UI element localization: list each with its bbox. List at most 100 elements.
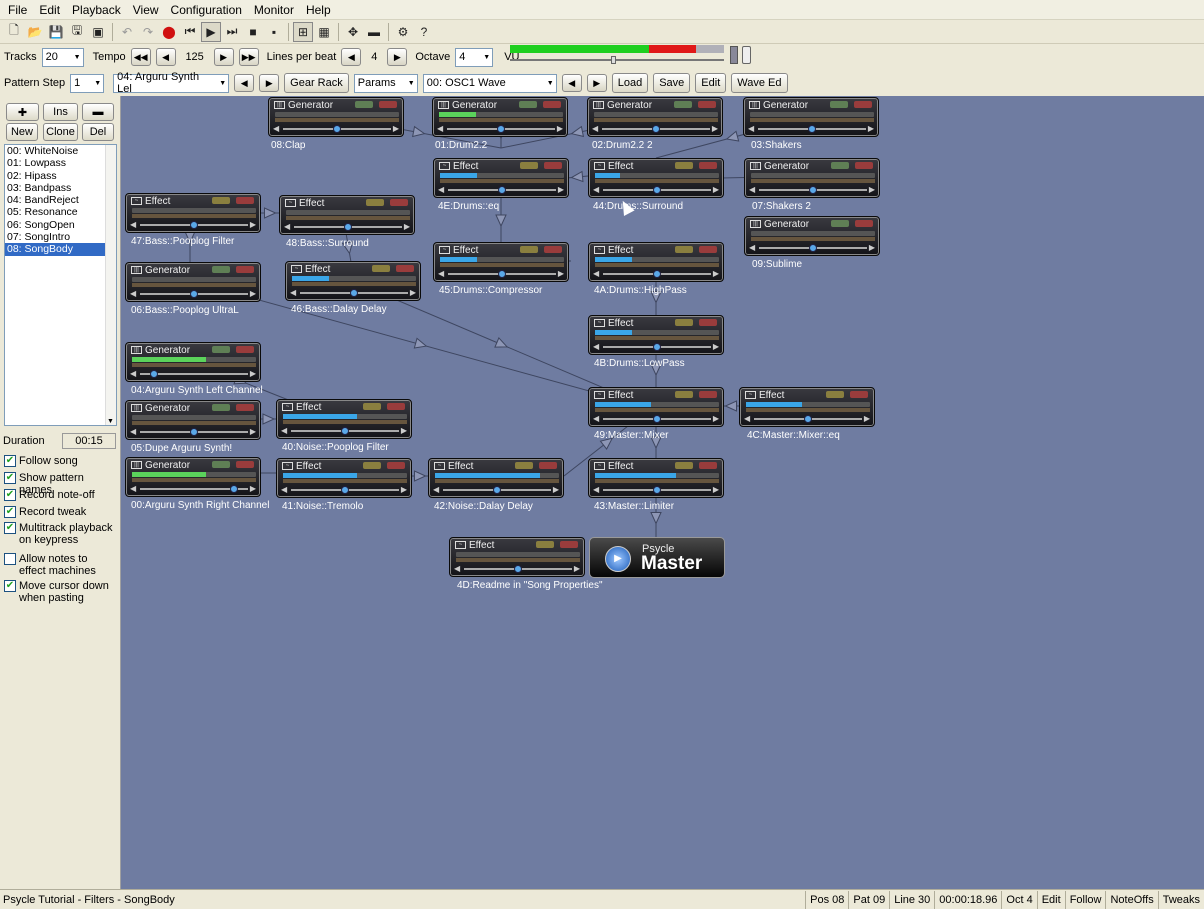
machine-04-arguru-synth-left-channel[interactable]: ||| Generator ◀ ▶ [125,342,261,382]
pan-knob[interactable] [653,270,661,278]
mute-button[interactable] [698,101,716,108]
pan-knob[interactable] [653,186,661,194]
menu-file[interactable]: File [2,0,33,20]
wire-arrow-icon[interactable] [724,400,737,412]
play-icon[interactable]: ▶ [201,21,221,42]
pan-knob[interactable] [493,486,501,494]
bypass-button[interactable] [363,403,381,410]
mute-button[interactable] [236,404,254,411]
volume-knob[interactable] [742,46,751,64]
gear-rack-button[interactable]: Gear Rack [284,73,349,93]
machine-49-master-mixer[interactable]: ~ Effect ◀ ▶ [588,387,724,427]
machine-06-bass-pooplog-ultral[interactable]: ||| Generator ◀ ▶ [125,262,261,302]
pan-knob[interactable] [150,370,158,378]
undo-icon[interactable]: ↶ [117,22,137,42]
pan-knob[interactable] [333,125,341,133]
mute-button[interactable] [236,266,254,273]
pan-knob[interactable] [350,289,358,297]
wire-arrow-icon[interactable] [650,512,662,525]
wave-next-button[interactable]: ▶ [586,74,607,92]
pan-knob[interactable] [653,343,661,351]
checkbox[interactable]: ✔ [4,455,16,467]
mute-button[interactable] [699,462,717,469]
machine-4a-drums-highpass[interactable]: ~ Effect ◀ ▶ [588,242,724,282]
machine-41-noise-tremolo[interactable]: ~ Effect ◀ ▶ [276,458,412,498]
bypass-button[interactable] [366,199,384,206]
pattern-list-item[interactable]: 00: WhiteNoise [5,145,116,157]
pan-knob[interactable] [514,565,522,573]
lpb-decrease-button[interactable]: ◀ [341,48,362,66]
wave-editor-button[interactable]: Wave Ed [731,73,788,93]
redo-icon[interactable]: ↷ [138,22,158,42]
machine-43-master-limiter[interactable]: ~ Effect ◀ ▶ [588,458,724,498]
master-volume-handle[interactable] [611,56,616,64]
render-icon[interactable]: ▣ [88,22,108,42]
pan-knob[interactable] [498,186,506,194]
mute-button[interactable] [544,246,562,253]
solo-button[interactable] [831,162,849,169]
machine-4b-drums-lowpass[interactable]: ~ Effect ◀ ▶ [588,315,724,355]
solo-button[interactable] [212,404,230,411]
master-machine[interactable]: ▶ Psycle Master [589,537,725,578]
pan-knob[interactable] [809,244,817,252]
solo-button[interactable] [355,101,373,108]
machine-45-drums-compressor[interactable]: ~ Effect ◀ ▶ [433,242,569,282]
save-button[interactable]: Save [653,73,691,93]
tempo-increase-button[interactable]: ▶ [213,48,234,66]
machine-08-clap[interactable]: ||| Generator ◀ ▶ [268,97,404,137]
bypass-button[interactable] [675,391,693,398]
mute-button[interactable] [543,101,561,108]
wire-arrow-icon[interactable] [570,125,585,139]
checkbox[interactable]: ✔ [4,489,16,501]
pan-knob[interactable] [190,290,198,298]
params-select[interactable]: Params ▼ [353,73,418,93]
record-icon[interactable]: ⬤ [159,22,179,42]
pan-knob[interactable] [230,485,238,493]
remove-pattern-button[interactable]: ▬ [82,103,114,121]
help-icon[interactable]: ? [414,22,434,42]
wire-arrow-icon[interactable] [570,170,584,183]
solo-button[interactable] [519,101,537,108]
mute-button[interactable] [387,462,405,469]
solo-button[interactable] [212,266,230,273]
add-pattern-button[interactable]: ✚ [6,103,39,121]
menu-view[interactable]: View [127,0,165,20]
pan-knob[interactable] [341,486,349,494]
solo-button[interactable] [212,461,230,468]
mute-button[interactable] [236,197,254,204]
block-icon[interactable]: ▪ [264,22,284,42]
tracks-select[interactable]: 20 ▼ [41,47,84,67]
option-allow-notes-to-effect-machines[interactable]: Allow notes to effect machines [4,553,117,577]
machine-40-noise-pooplog-filter[interactable]: ~ Effect ◀ ▶ [276,399,412,439]
pan-knob[interactable] [653,486,661,494]
solo-button[interactable] [674,101,692,108]
mute-button[interactable] [699,391,717,398]
machine-select[interactable]: 04: Arguru Synth Lel ▼ [113,71,230,95]
wire-arrow-icon[interactable] [494,337,509,352]
machine-01-drum2-2[interactable]: ||| Generator ◀ ▶ [432,97,568,137]
bypass-button[interactable] [826,391,844,398]
menu-edit[interactable]: Edit [33,0,66,20]
pan-knob[interactable] [652,125,660,133]
option-record-tweak[interactable]: ✔ Record tweak [4,506,117,518]
solo-button[interactable] [212,346,230,353]
machine-47-bass-pooplog-filter[interactable]: ~ Effect ◀ ▶ [125,193,261,233]
pattern-list-item[interactable]: 06: SongOpen [5,219,116,231]
bypass-button[interactable] [372,265,390,272]
menu-configuration[interactable]: Configuration [165,0,248,20]
pattern-view-icon[interactable]: ▦ [314,22,334,42]
machine-07-shakers-2[interactable]: ||| Generator ◀ ▶ [744,158,880,198]
bypass-button[interactable] [675,319,693,326]
checkbox[interactable] [4,553,16,565]
wire-arrow-icon[interactable] [262,413,276,425]
pan-knob[interactable] [344,223,352,231]
play-from-start-icon[interactable]: ⏮ [180,22,200,42]
lpb-increase-button[interactable]: ▶ [387,48,408,66]
menu-help[interactable]: Help [300,0,337,20]
checkbox[interactable]: ✔ [4,506,16,518]
wire-arrow-icon[interactable] [495,214,507,228]
edit-button[interactable]: Edit [695,73,727,93]
solo-button[interactable] [830,101,848,108]
mute-button[interactable] [390,199,408,206]
mute-button[interactable] [544,162,562,169]
